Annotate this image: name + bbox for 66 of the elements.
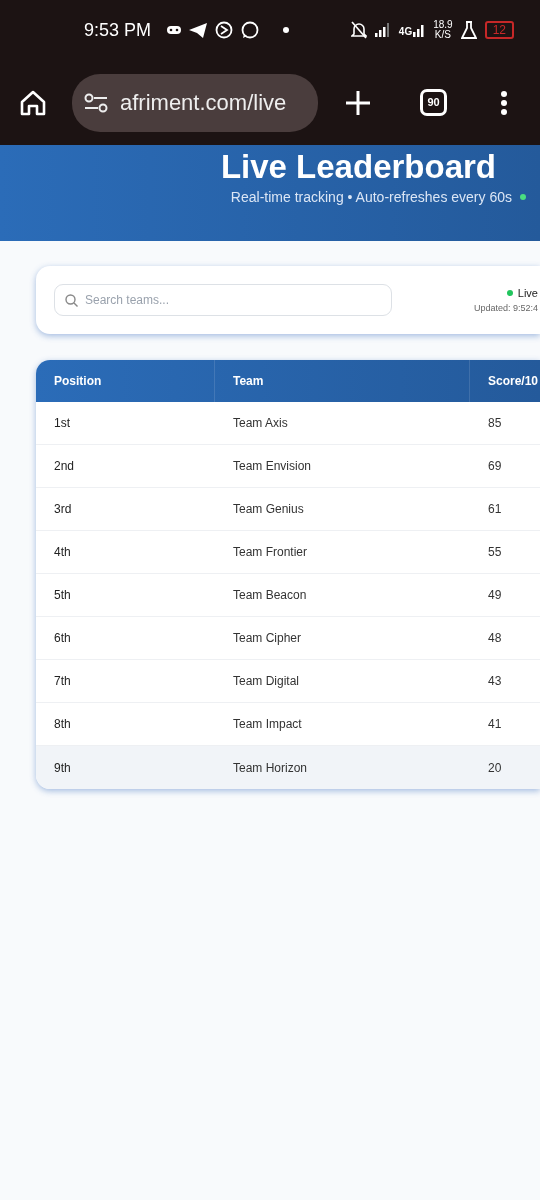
subtitle: Real-time tracking • Auto-refreshes every 60s bbox=[230, 187, 512, 207]
table-cell-text: 7th bbox=[54, 673, 71, 690]
gamepad-icon bbox=[167, 25, 182, 35]
tab-count[interactable]: 90 bbox=[420, 89, 447, 116]
status-time: 9:53 PM bbox=[84, 18, 152, 42]
column-header: Team bbox=[233, 373, 264, 390]
page-title: Live Leaderboard bbox=[220, 147, 496, 187]
table-cell-text: Team Digital bbox=[233, 673, 300, 690]
table-row[interactable]: 3rd Team Genius 61 bbox=[36, 488, 540, 531]
flask-icon bbox=[460, 21, 477, 39]
table-cell: 43 bbox=[488, 674, 502, 688]
table-row[interactable]: 5th Team Beacon 49 bbox=[36, 574, 540, 617]
table-cell-text: Team Axis bbox=[233, 415, 288, 432]
live-label: Live bbox=[517, 286, 538, 301]
dot-icon bbox=[283, 27, 290, 33]
table-cell: 49 bbox=[488, 588, 502, 602]
table-cell-text: 3rd bbox=[54, 501, 72, 518]
battery-level: 12 bbox=[484, 21, 514, 39]
table-cell-text: Team Cipher bbox=[233, 630, 302, 647]
bell-off-icon bbox=[350, 21, 367, 39]
table-row[interactable]: 6th Team Cipher 48 bbox=[36, 617, 540, 660]
column-header: Score/10 bbox=[488, 374, 539, 388]
more-icon[interactable] bbox=[500, 90, 508, 115]
signal-icon bbox=[413, 23, 426, 37]
table-row[interactable]: 1st Team Axis 85 bbox=[36, 402, 540, 445]
plus-icon[interactable] bbox=[346, 90, 370, 115]
table-cell-text: 1st bbox=[54, 415, 70, 432]
live-dot bbox=[506, 290, 513, 297]
table-cell-text: 6th bbox=[54, 630, 71, 647]
table-cell: 85 bbox=[488, 416, 502, 430]
table-cell-text: 9th bbox=[54, 759, 71, 777]
table-cell-text: 4th bbox=[54, 544, 71, 561]
table-cell-text: Team Genius bbox=[233, 501, 304, 518]
table-cell: 61 bbox=[488, 502, 502, 516]
url-text: afriment.com/live bbox=[120, 89, 287, 117]
paper-plane-icon bbox=[189, 22, 208, 38]
search-field[interactable]: Search teams... bbox=[54, 284, 392, 316]
signal-icon bbox=[374, 23, 391, 37]
table-cell-text: 5th bbox=[54, 587, 71, 604]
updated-time: Updated: 9:52:4 bbox=[473, 301, 538, 315]
table-row[interactable]: 2nd Team Envision 69 bbox=[36, 445, 540, 488]
table-cell-text: Team Frontier bbox=[233, 544, 308, 561]
address-bar[interactable]: afriment.com/live bbox=[72, 73, 318, 132]
network-label: 4G bbox=[398, 27, 413, 37]
table-row[interactable]: 4th Team Frontier 55 bbox=[36, 531, 540, 574]
table-cell-text: Team Beacon bbox=[233, 587, 307, 604]
speed-label: 18.9 bbox=[433, 20, 453, 30]
live-dot bbox=[520, 194, 526, 201]
tune-icon bbox=[84, 92, 108, 113]
home-icon[interactable] bbox=[20, 89, 46, 116]
table-cell: 55 bbox=[488, 545, 502, 559]
speed-label: K/S bbox=[434, 30, 451, 40]
table-cell-text: Team Impact bbox=[233, 716, 302, 733]
table-cell-text: Team Envision bbox=[233, 458, 312, 475]
table-row[interactable]: 9th Team Horizon 20 bbox=[36, 746, 540, 789]
table-cell: 48 bbox=[488, 631, 502, 645]
table-cell: 20 bbox=[488, 760, 502, 775]
search-icon bbox=[65, 294, 78, 307]
table-cell-text: 2nd bbox=[54, 458, 75, 475]
chat-bubble-icon bbox=[241, 21, 260, 39]
table-cell-text: Team Horizon bbox=[233, 759, 308, 777]
table-row[interactable]: 7th Team Digital 43 bbox=[36, 660, 540, 703]
table-cell: 69 bbox=[488, 459, 502, 473]
table-cell: 41 bbox=[488, 717, 502, 731]
column-header: Position bbox=[54, 373, 102, 390]
table-cell-text: 8th bbox=[54, 716, 71, 733]
